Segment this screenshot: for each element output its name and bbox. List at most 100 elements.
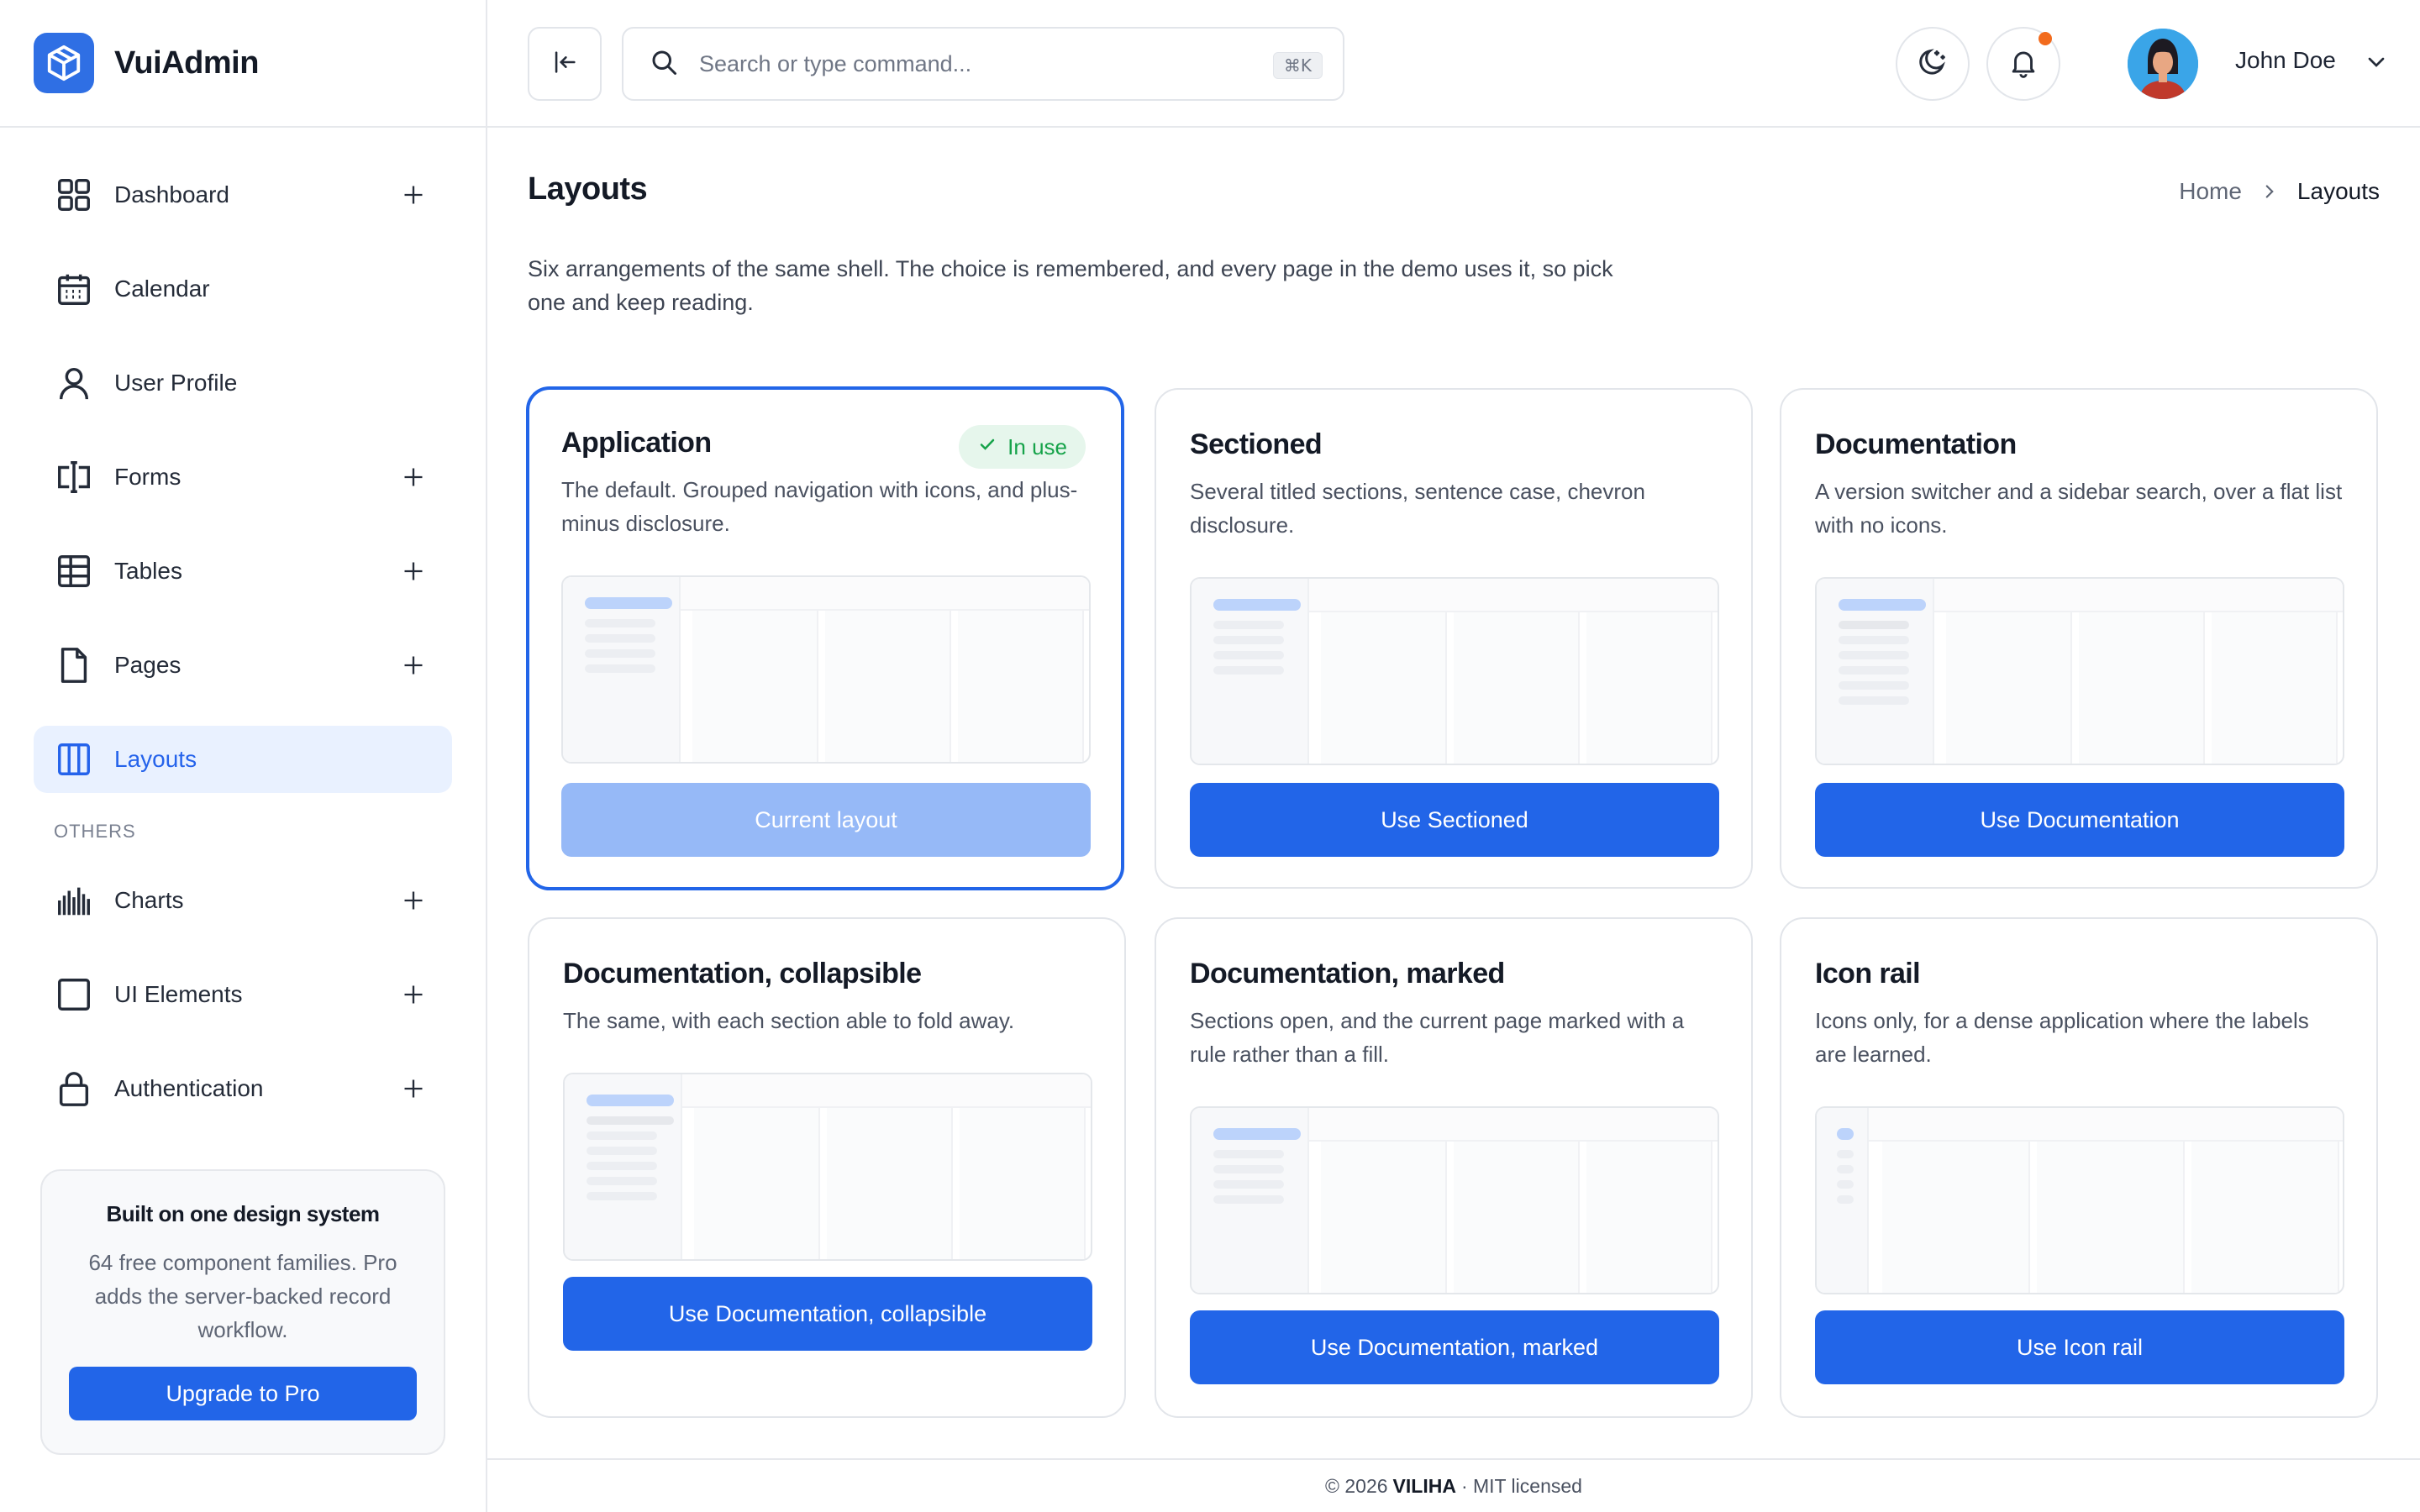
page-intro: Six arrangements of the same shell. The … xyxy=(528,256,1613,315)
user-name[interactable]: John Doe xyxy=(2235,47,2336,74)
notification-dot xyxy=(2039,32,2052,45)
sidebar-item-pages[interactable]: Pages xyxy=(34,632,452,699)
layout-preview xyxy=(561,575,1091,764)
sidebar-item-label: Authentication xyxy=(114,1075,264,1101)
plus-icon[interactable] xyxy=(395,882,432,919)
notifications-button[interactable] xyxy=(1986,27,2060,101)
sidebar-item-layouts[interactable]: Layouts xyxy=(34,726,452,793)
sidebar-item-calendar[interactable]: Calendar xyxy=(34,255,452,323)
sidebar-item-label: User Profile xyxy=(114,370,238,396)
breadcrumb-current: Layouts xyxy=(2296,178,2380,204)
plus-icon[interactable] xyxy=(395,647,432,684)
use-documentation-collapsible-button[interactable]: Use Documentation, collapsible xyxy=(563,1277,1092,1351)
bell-icon xyxy=(2007,46,2039,82)
columns-icon xyxy=(54,739,94,780)
main-content: Layouts Home Layouts Six arrangements of… xyxy=(487,128,2420,1512)
sidebar-item-ui-elements[interactable]: UI Elements xyxy=(34,961,452,1028)
status-badge: In use xyxy=(959,425,1086,469)
sidebar-item-authentication[interactable]: Authentication xyxy=(34,1055,452,1122)
sidebar-item-label: UI Elements xyxy=(114,981,243,1007)
cube-icon xyxy=(34,33,94,93)
plus-icon[interactable] xyxy=(395,459,432,496)
badge-label: In use xyxy=(1007,433,1067,459)
sidebar-item-tables[interactable]: Tables xyxy=(34,538,452,605)
plus-icon[interactable] xyxy=(395,976,432,1013)
use-icon-rail-button[interactable]: Use Icon rail xyxy=(1815,1310,2344,1384)
layout-preview xyxy=(1815,1106,2344,1294)
card-title: Documentation, marked xyxy=(1190,958,1505,990)
upgrade-button[interactable]: Upgrade to Pro xyxy=(69,1367,417,1420)
breadcrumb: Home Layouts xyxy=(2179,178,2380,205)
card-description: A version switcher and a sidebar search,… xyxy=(1815,479,2343,538)
use-sectioned-button[interactable]: Use Sectioned xyxy=(1190,783,1719,857)
check-icon xyxy=(977,434,997,460)
promo-text: 64 free component families. Pro adds the… xyxy=(88,1250,397,1342)
sidebar-item-label: Calendar xyxy=(114,276,210,302)
avatar[interactable] xyxy=(2128,29,2198,99)
plus-icon[interactable] xyxy=(395,553,432,590)
sidebar-nav: Dashboard Calendar User Profile Forms Ta… xyxy=(0,128,486,1122)
card-title: Documentation, collapsible xyxy=(563,958,922,990)
page-title: Layouts xyxy=(528,171,648,207)
table-icon xyxy=(54,551,94,591)
lock-icon xyxy=(54,1068,94,1109)
calendar-icon xyxy=(54,269,94,309)
theme-toggle-button[interactable] xyxy=(1896,27,1970,101)
layout-card-icon-rail[interactable]: Icon rail Icons only, for a dense applic… xyxy=(1780,917,2378,1418)
brand[interactable]: VuiAdmin xyxy=(0,0,486,128)
moon-stars-icon xyxy=(1916,45,1949,83)
sidebar-item-dashboard[interactable]: Dashboard xyxy=(34,161,452,228)
layout-preview xyxy=(1815,577,2344,765)
use-documentation-button[interactable]: Use Documentation xyxy=(1815,783,2344,857)
bar-chart-icon xyxy=(54,880,94,921)
user-icon xyxy=(54,363,94,403)
sidebar: VuiAdmin Dashboard Calendar User Profile xyxy=(0,0,487,1512)
card-description: Sections open, and the current page mark… xyxy=(1190,1008,1685,1067)
chevron-down-icon[interactable] xyxy=(2363,49,2390,80)
promo-card: Built on one design system 64 free compo… xyxy=(40,1169,445,1455)
card-description: Several titled sections, sentence case, … xyxy=(1190,479,1645,538)
layout-preview xyxy=(1190,1106,1719,1294)
grid-icon xyxy=(54,175,94,215)
sidebar-item-label: Pages xyxy=(114,652,182,678)
sidebar-item-label: Layouts xyxy=(114,746,197,772)
sidebar-item-label: Forms xyxy=(114,464,182,490)
footer-license: · MIT licensed xyxy=(1460,1474,1582,1497)
card-description: The default. Grouped navigation with ico… xyxy=(561,477,1078,536)
footer: © 2026 VILIHA · MIT licensed xyxy=(487,1458,2420,1512)
collapse-sidebar-button[interactable] xyxy=(528,27,602,101)
sidebar-item-forms[interactable]: Forms xyxy=(34,444,452,511)
plus-icon[interactable] xyxy=(395,1070,432,1107)
square-icon xyxy=(54,974,94,1015)
sidebar-item-charts[interactable]: Charts xyxy=(34,867,452,934)
brand-name: VuiAdmin xyxy=(114,45,259,81)
sidebar-item-label: Charts xyxy=(114,887,184,913)
form-icon xyxy=(54,457,94,497)
promo-title: Built on one design system xyxy=(106,1201,380,1226)
shortcut-hint: ⌘K xyxy=(1272,52,1323,79)
layout-preview xyxy=(563,1073,1092,1261)
plus-icon[interactable] xyxy=(395,176,432,213)
layout-card-documentation-collapsible[interactable]: Documentation, collapsible The same, wit… xyxy=(528,917,1126,1418)
layout-card-documentation-marked[interactable]: Documentation, marked Sections open, and… xyxy=(1155,917,1753,1418)
search-input[interactable] xyxy=(699,50,1220,77)
layout-card-sectioned[interactable]: Sectioned Several titled sections, sente… xyxy=(1155,388,1753,889)
card-description: Icons only, for a dense application wher… xyxy=(1815,1008,2309,1067)
sidebar-item-label: Dashboard xyxy=(114,181,229,207)
layout-card-documentation[interactable]: Documentation A version switcher and a s… xyxy=(1780,388,2378,889)
card-title: Documentation xyxy=(1815,428,2017,460)
footer-brand[interactable]: VILIHA xyxy=(1393,1475,1456,1498)
current-layout-button[interactable]: Current layout xyxy=(561,783,1091,857)
layout-card-application[interactable]: Application In use The default. Grouped … xyxy=(526,386,1124,890)
card-title: Sectioned xyxy=(1190,428,1323,460)
layout-preview xyxy=(1190,577,1719,765)
breadcrumb-home-link[interactable]: Home xyxy=(2179,178,2242,205)
card-description: The same, with each section able to fold… xyxy=(563,1008,1015,1033)
chevron-right-icon xyxy=(2259,181,2281,202)
sidebar-item-user-profile[interactable]: User Profile xyxy=(34,349,452,417)
use-documentation-marked-button[interactable]: Use Documentation, marked xyxy=(1190,1310,1719,1384)
page-icon xyxy=(54,645,94,685)
sidebar-item-label: Tables xyxy=(114,558,182,584)
collapse-left-icon xyxy=(550,48,579,81)
search-box[interactable]: ⌘K xyxy=(622,27,1344,101)
